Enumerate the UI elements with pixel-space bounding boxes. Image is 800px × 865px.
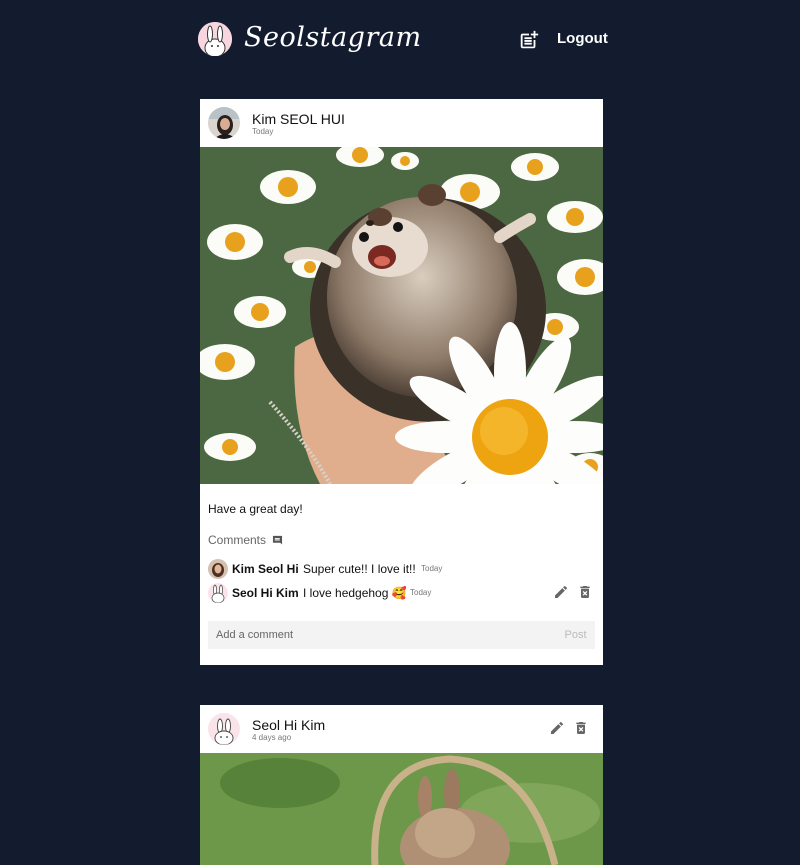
- post-photo[interactable]: [200, 147, 603, 484]
- edit-icon[interactable]: [553, 584, 569, 600]
- comment-avatar[interactable]: [208, 583, 228, 603]
- author-avatar[interactable]: [208, 713, 240, 745]
- post-author[interactable]: Kim SEOL HUI: [252, 111, 345, 127]
- post-comment-button[interactable]: Post: [556, 621, 595, 649]
- comment-time: Today: [410, 588, 432, 597]
- post-photo[interactable]: [200, 753, 603, 865]
- author-avatar[interactable]: [208, 107, 240, 139]
- post-time: Today: [252, 127, 274, 136]
- bunny-avatar-icon[interactable]: [198, 22, 232, 56]
- app-header: Seolstagram Logout: [198, 20, 608, 60]
- post-header: Seol Hi Kim 4 days ago: [200, 705, 603, 753]
- delete-icon[interactable]: [573, 720, 589, 736]
- post-author[interactable]: Seol Hi Kim: [252, 717, 325, 733]
- post-add-icon[interactable]: [518, 29, 540, 51]
- delete-icon[interactable]: [577, 584, 593, 600]
- comments-label: Comments: [208, 533, 267, 547]
- post-card: Kim SEOL HUI Today Have a great day! Com…: [200, 99, 603, 665]
- comment-author[interactable]: Kim Seol Hi: [232, 562, 299, 576]
- brand-title[interactable]: Seolstagram: [244, 20, 422, 56]
- comment-text: I love hedgehog 🥰: [303, 586, 407, 600]
- comments-header: Comments: [208, 533, 283, 548]
- comment-author[interactable]: Seol Hi Kim: [232, 586, 299, 600]
- logout-button[interactable]: Logout: [557, 29, 608, 49]
- comment-avatar[interactable]: [208, 559, 228, 579]
- post-header: Kim SEOL HUI Today: [200, 99, 603, 147]
- comment-text: Super cute!! I love it!!: [303, 562, 416, 576]
- post-time: 4 days ago: [252, 733, 292, 742]
- comment-time: Today: [421, 564, 443, 573]
- post-card: Seol Hi Kim 4 days ago: [200, 705, 603, 865]
- add-comment-input[interactable]: [208, 621, 556, 649]
- edit-icon[interactable]: [549, 720, 565, 736]
- comment-item: Kim Seol Hi Super cute!! I love it!! Tod…: [208, 559, 595, 579]
- comment-item: Seol Hi Kim I love hedgehog 🥰 Today: [208, 583, 595, 603]
- comment-icon: [272, 534, 283, 548]
- post-caption: Have a great day!: [208, 502, 303, 516]
